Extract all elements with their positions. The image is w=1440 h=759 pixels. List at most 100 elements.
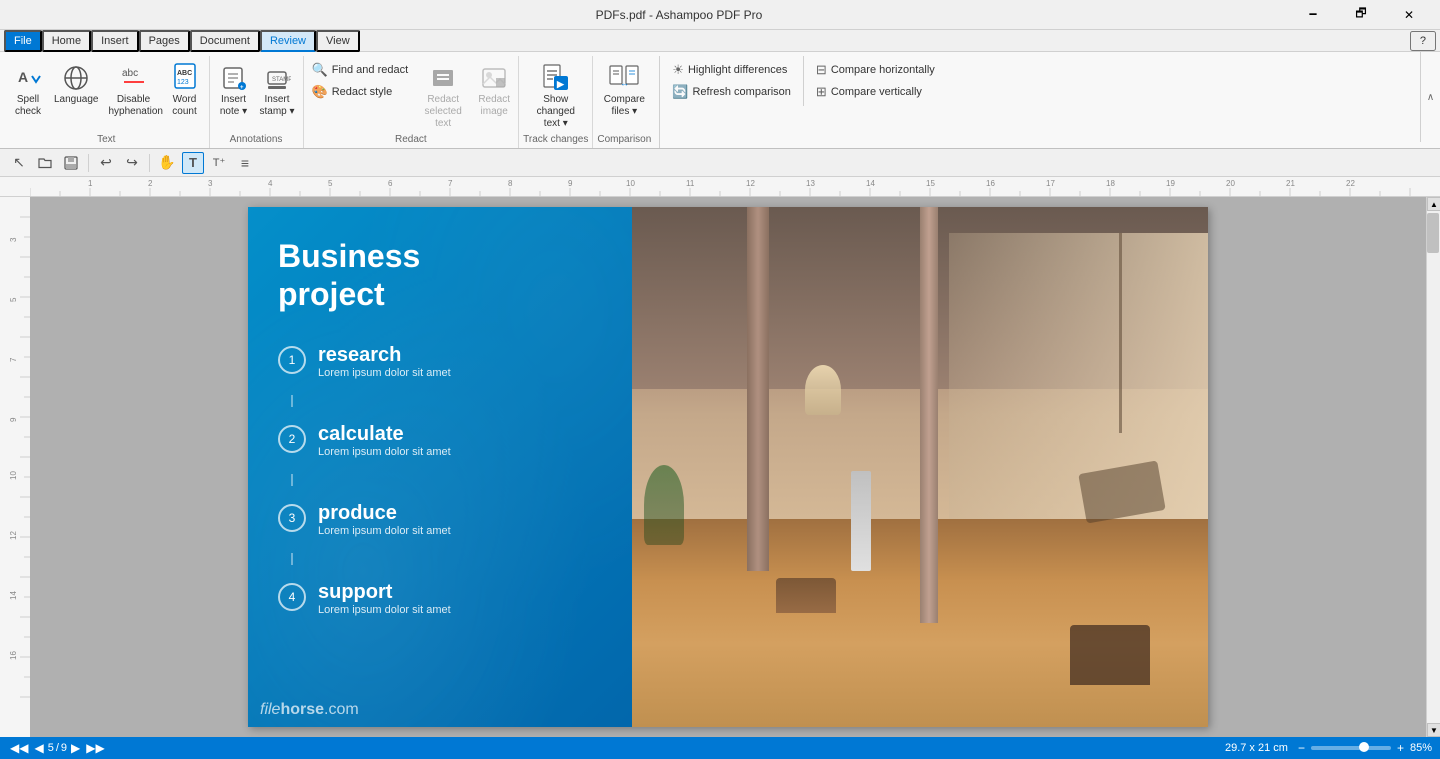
current-page: 5 [48, 742, 54, 754]
page-separator: / [56, 742, 59, 754]
vert-label: Compare vertically [831, 86, 922, 98]
insert-note-button[interactable]: + Insertnote ▾ [214, 60, 254, 120]
menu-bar: File Home Insert Pages Document Review V… [0, 30, 1440, 52]
next-page-button[interactable]: ▶ [69, 741, 82, 755]
svg-text:5: 5 [328, 179, 333, 188]
svg-text:STAMP: STAMP [272, 77, 291, 83]
more-button[interactable]: ≡ [234, 152, 256, 174]
svg-text:4: 4 [268, 179, 273, 188]
horiz-label: Compare horizontally [831, 64, 935, 76]
compare-vertically-button[interactable]: ⊞ Compare vertically [810, 82, 941, 102]
redo-button[interactable]: ↪ [121, 152, 143, 174]
step-title-2: calculate [318, 423, 451, 446]
close-button[interactable]: ✕ [1386, 0, 1432, 30]
separator-1 [88, 154, 89, 172]
svg-text:18: 18 [1106, 179, 1115, 188]
menu-insert[interactable]: Insert [91, 30, 139, 52]
text-tool-button[interactable]: T [182, 152, 204, 174]
svg-text:9: 9 [568, 179, 573, 188]
redact-style-button[interactable]: 🎨 Redact style [308, 82, 413, 102]
refresh-label: Refresh comparison [692, 86, 790, 98]
track-changes-label: Track changes [523, 132, 588, 148]
svg-text:15: 15 [926, 179, 935, 188]
scroll-down-button[interactable]: ▼ [1427, 723, 1440, 737]
find-redact-label: Find and redact [332, 64, 408, 76]
menu-file[interactable]: File [4, 30, 42, 52]
language-button[interactable]: Language [50, 60, 103, 108]
svg-text:1: 1 [88, 179, 93, 188]
svg-text:↔: ↔ [620, 78, 629, 88]
main-area: 3 5 7 9 10 12 14 16 1 [0, 197, 1440, 737]
show-changed-text-button[interactable]: ▶ Showchanged text ▾ [527, 60, 585, 132]
help-button[interactable]: ? [1410, 31, 1436, 51]
vertical-scrollbar[interactable]: ▲ ▼ [1426, 197, 1440, 737]
menu-view[interactable]: View [316, 30, 360, 52]
spell-check-button[interactable]: A Spellcheck [8, 60, 48, 120]
svg-text:+: + [240, 85, 244, 91]
step-sub-3: Lorem ipsum dolor sit amet [318, 525, 451, 537]
insert-stamp-button[interactable]: STAMP Insertstamp ▾ [256, 60, 299, 120]
menu-document[interactable]: Document [190, 30, 260, 52]
svg-text:▶: ▶ [556, 79, 565, 89]
compare-horizontally-button[interactable]: ⊟ Compare horizontally [810, 60, 941, 80]
redact-image-button[interactable]: Redactimage [474, 60, 514, 120]
scroll-thumb[interactable] [1427, 213, 1439, 253]
vert-icon: ⊞ [816, 84, 827, 100]
undo-button[interactable]: ↩ [95, 152, 117, 174]
refresh-comparison-button[interactable]: 🔄 Refresh comparison [666, 82, 797, 102]
svg-text:7: 7 [9, 357, 18, 362]
find-redact-icon: 🔍 [312, 62, 328, 78]
svg-text:10: 10 [626, 179, 635, 188]
vertical-ruler: 3 5 7 9 10 12 14 16 [0, 197, 30, 737]
disable-hyphenation-button[interactable]: abc Disablehyphenation [105, 60, 163, 120]
redact-text-label: Redactselected text [418, 94, 468, 130]
word-count-button[interactable]: ABC 123 Wordcount [165, 60, 205, 120]
comparison-group-label: Comparison [597, 132, 651, 148]
select-tool-button[interactable]: ↖ [8, 152, 30, 174]
watermark: filehorse.com [260, 698, 359, 719]
find-redact-button[interactable]: 🔍 Find and redact [308, 60, 413, 80]
open-button[interactable] [34, 152, 56, 174]
menu-home[interactable]: Home [42, 30, 91, 52]
compare-files-button[interactable]: ↔ Comparefiles ▾ [600, 60, 649, 120]
scroll-track[interactable] [1427, 211, 1440, 723]
svg-text:6: 6 [388, 179, 393, 188]
svg-text:22: 22 [1346, 179, 1355, 188]
document-canvas[interactable]: 1 Businessproject 1 research Lorem ipsum… [30, 197, 1426, 737]
step-circle-1: 1 [278, 346, 306, 374]
ribbon-group-track-changes: ▶ Showchanged text ▾ Track changes [519, 56, 593, 148]
hand-tool-button[interactable]: ✋ [156, 152, 178, 174]
svg-text:17: 17 [1046, 179, 1055, 188]
text-group-label: Text [8, 132, 205, 148]
svg-text:A: A [18, 69, 28, 85]
first-page-button[interactable]: ◀◀ [8, 741, 30, 755]
prev-page-button[interactable]: ◀ [32, 741, 45, 755]
maximize-button[interactable]: 🗗 [1338, 0, 1384, 30]
svg-text:3: 3 [208, 179, 213, 188]
pdf-left-panel: 1 Businessproject 1 research Lorem ipsum… [248, 207, 632, 727]
step-4: 4 support Lorem ipsum dolor sit amet [278, 581, 602, 616]
redact-style-icon: 🎨 [312, 84, 328, 100]
svg-text:2: 2 [148, 179, 153, 188]
zoom-slider[interactable] [1311, 746, 1391, 750]
insert-stamp-icon: STAMP [261, 62, 293, 94]
title-bar: PDFs.pdf - Ashampoo PDF Pro 🗕 🗗 ✕ [0, 0, 1440, 30]
menu-review[interactable]: Review [260, 30, 316, 52]
minimize-button[interactable]: 🗕 [1290, 0, 1336, 30]
highlight-differences-button[interactable]: ☀ Highlight differences [666, 60, 797, 80]
menu-pages[interactable]: Pages [139, 30, 190, 52]
last-page-button[interactable]: ▶▶ [84, 741, 106, 755]
scroll-up-button[interactable]: ▲ [1427, 197, 1440, 211]
zoom-out-button[interactable]: − [1296, 741, 1307, 755]
step-sub-4: Lorem ipsum dolor sit amet [318, 604, 451, 616]
ruler-svg: 1 2 3 4 5 6 7 8 9 10 11 12 13 14 15 16 1… [30, 177, 1426, 196]
language-icon [60, 62, 92, 94]
save-button[interactable] [60, 152, 82, 174]
step-3: 3 produce Lorem ipsum dolor sit amet [278, 502, 602, 537]
svg-text:7: 7 [448, 179, 453, 188]
ribbon-collapse-button[interactable]: ∧ [1420, 52, 1440, 142]
svg-text:16: 16 [9, 651, 18, 660]
redact-selected-text-button[interactable]: Redactselected text [414, 60, 472, 132]
add-text-button[interactable]: T⁺ [208, 152, 230, 174]
zoom-in-button[interactable]: + [1395, 741, 1406, 755]
